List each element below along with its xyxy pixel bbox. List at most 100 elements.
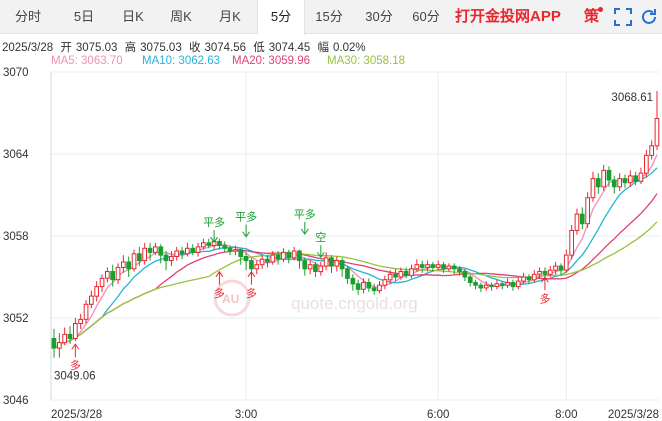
watermark-text: quote.cngold.org [291,294,418,313]
candle-body [371,287,377,292]
signal-label: 多 [214,286,225,300]
candle-body [179,250,185,255]
signal-marker-long: 多 [70,343,81,372]
candle-body [158,246,164,256]
signal-marker-close-long: 平多 [203,215,225,244]
candle-body [521,276,526,282]
candle [489,282,494,291]
candle [435,260,441,271]
candle-body [510,282,516,288]
candle [569,225,574,260]
candle-body [169,256,174,262]
candle-body [105,271,110,279]
candle [377,281,382,294]
candle-body [131,253,137,270]
candle-body [622,178,628,184]
candle-body [243,256,249,262]
candle-body [430,264,436,268]
candle [297,249,302,269]
candle-body [297,250,302,262]
candle [94,281,100,302]
signal-label: 多 [539,291,550,305]
candle-body [574,213,580,232]
candle-body [563,254,569,271]
candle-body [628,175,633,184]
candle [73,318,78,342]
candle-body [483,284,489,289]
candle-body [190,247,196,253]
candle-body [601,169,606,188]
x-tick-label: 2025/3/28 [608,409,659,421]
candle-body [281,251,286,260]
candle-body [526,276,532,281]
candle-body [233,249,238,252]
candle-body [51,338,57,349]
candle-body [633,175,638,182]
candle-body [451,265,457,270]
candle-body [505,282,510,286]
candle-body [419,264,425,268]
candle-body [57,342,62,349]
candle [585,192,590,228]
candle-body [265,258,270,263]
candle-body [489,284,494,288]
candle-body [185,247,190,255]
candle-body [270,254,276,263]
candle-body [425,264,430,268]
candle [345,266,350,284]
candle [243,252,249,271]
candle-body [649,145,654,156]
y-tick-label: 3070 [3,67,29,79]
candle-body [137,253,142,262]
candle-body [611,179,617,188]
candle-body [547,269,553,275]
candle-body [201,242,206,248]
signal-marker-short: 空 [315,230,326,259]
candle-body [67,333,73,339]
candle-body [387,273,393,281]
candle [393,268,398,282]
candle [313,261,318,277]
candle-body [126,261,132,270]
candle-body [249,260,254,270]
candlestick-chart: AU quote.cngold.org 平多 平多 平多空多 多多多 30463052… [3,67,660,421]
candle-body [334,260,340,267]
candle-body [644,154,649,174]
candle-body [654,118,660,147]
x-tick-label: 6:00 [427,409,449,421]
candle-body [414,264,420,270]
candle-body [291,250,297,259]
candle [323,252,329,271]
candle [409,264,414,279]
candle-body [345,268,350,279]
candle [654,90,660,150]
candle [590,171,596,202]
candle [622,174,628,189]
candle-body [142,247,148,262]
candle [467,274,473,287]
candle [99,274,105,293]
candle [473,279,478,290]
candle-body [569,230,574,256]
candle-body [259,258,265,266]
candle-body [377,284,382,292]
candle [259,255,265,269]
candle [121,255,126,273]
candle-body [494,283,500,287]
candle-body [83,303,89,320]
candle [526,274,532,284]
candle [163,251,169,271]
candle-body [110,271,116,281]
candle [649,140,654,160]
candle-body [339,260,345,270]
y-tick-label: 3064 [3,149,29,161]
candle [617,173,622,191]
signal-marker-close-long: 平多 [235,210,257,238]
candle-body [553,265,558,271]
candle-body [329,257,334,267]
signal-label: 多 [246,286,257,300]
signal-label: 平多 [203,215,225,229]
candle-body [435,264,441,268]
candle-body [638,172,644,182]
candle [307,260,313,275]
